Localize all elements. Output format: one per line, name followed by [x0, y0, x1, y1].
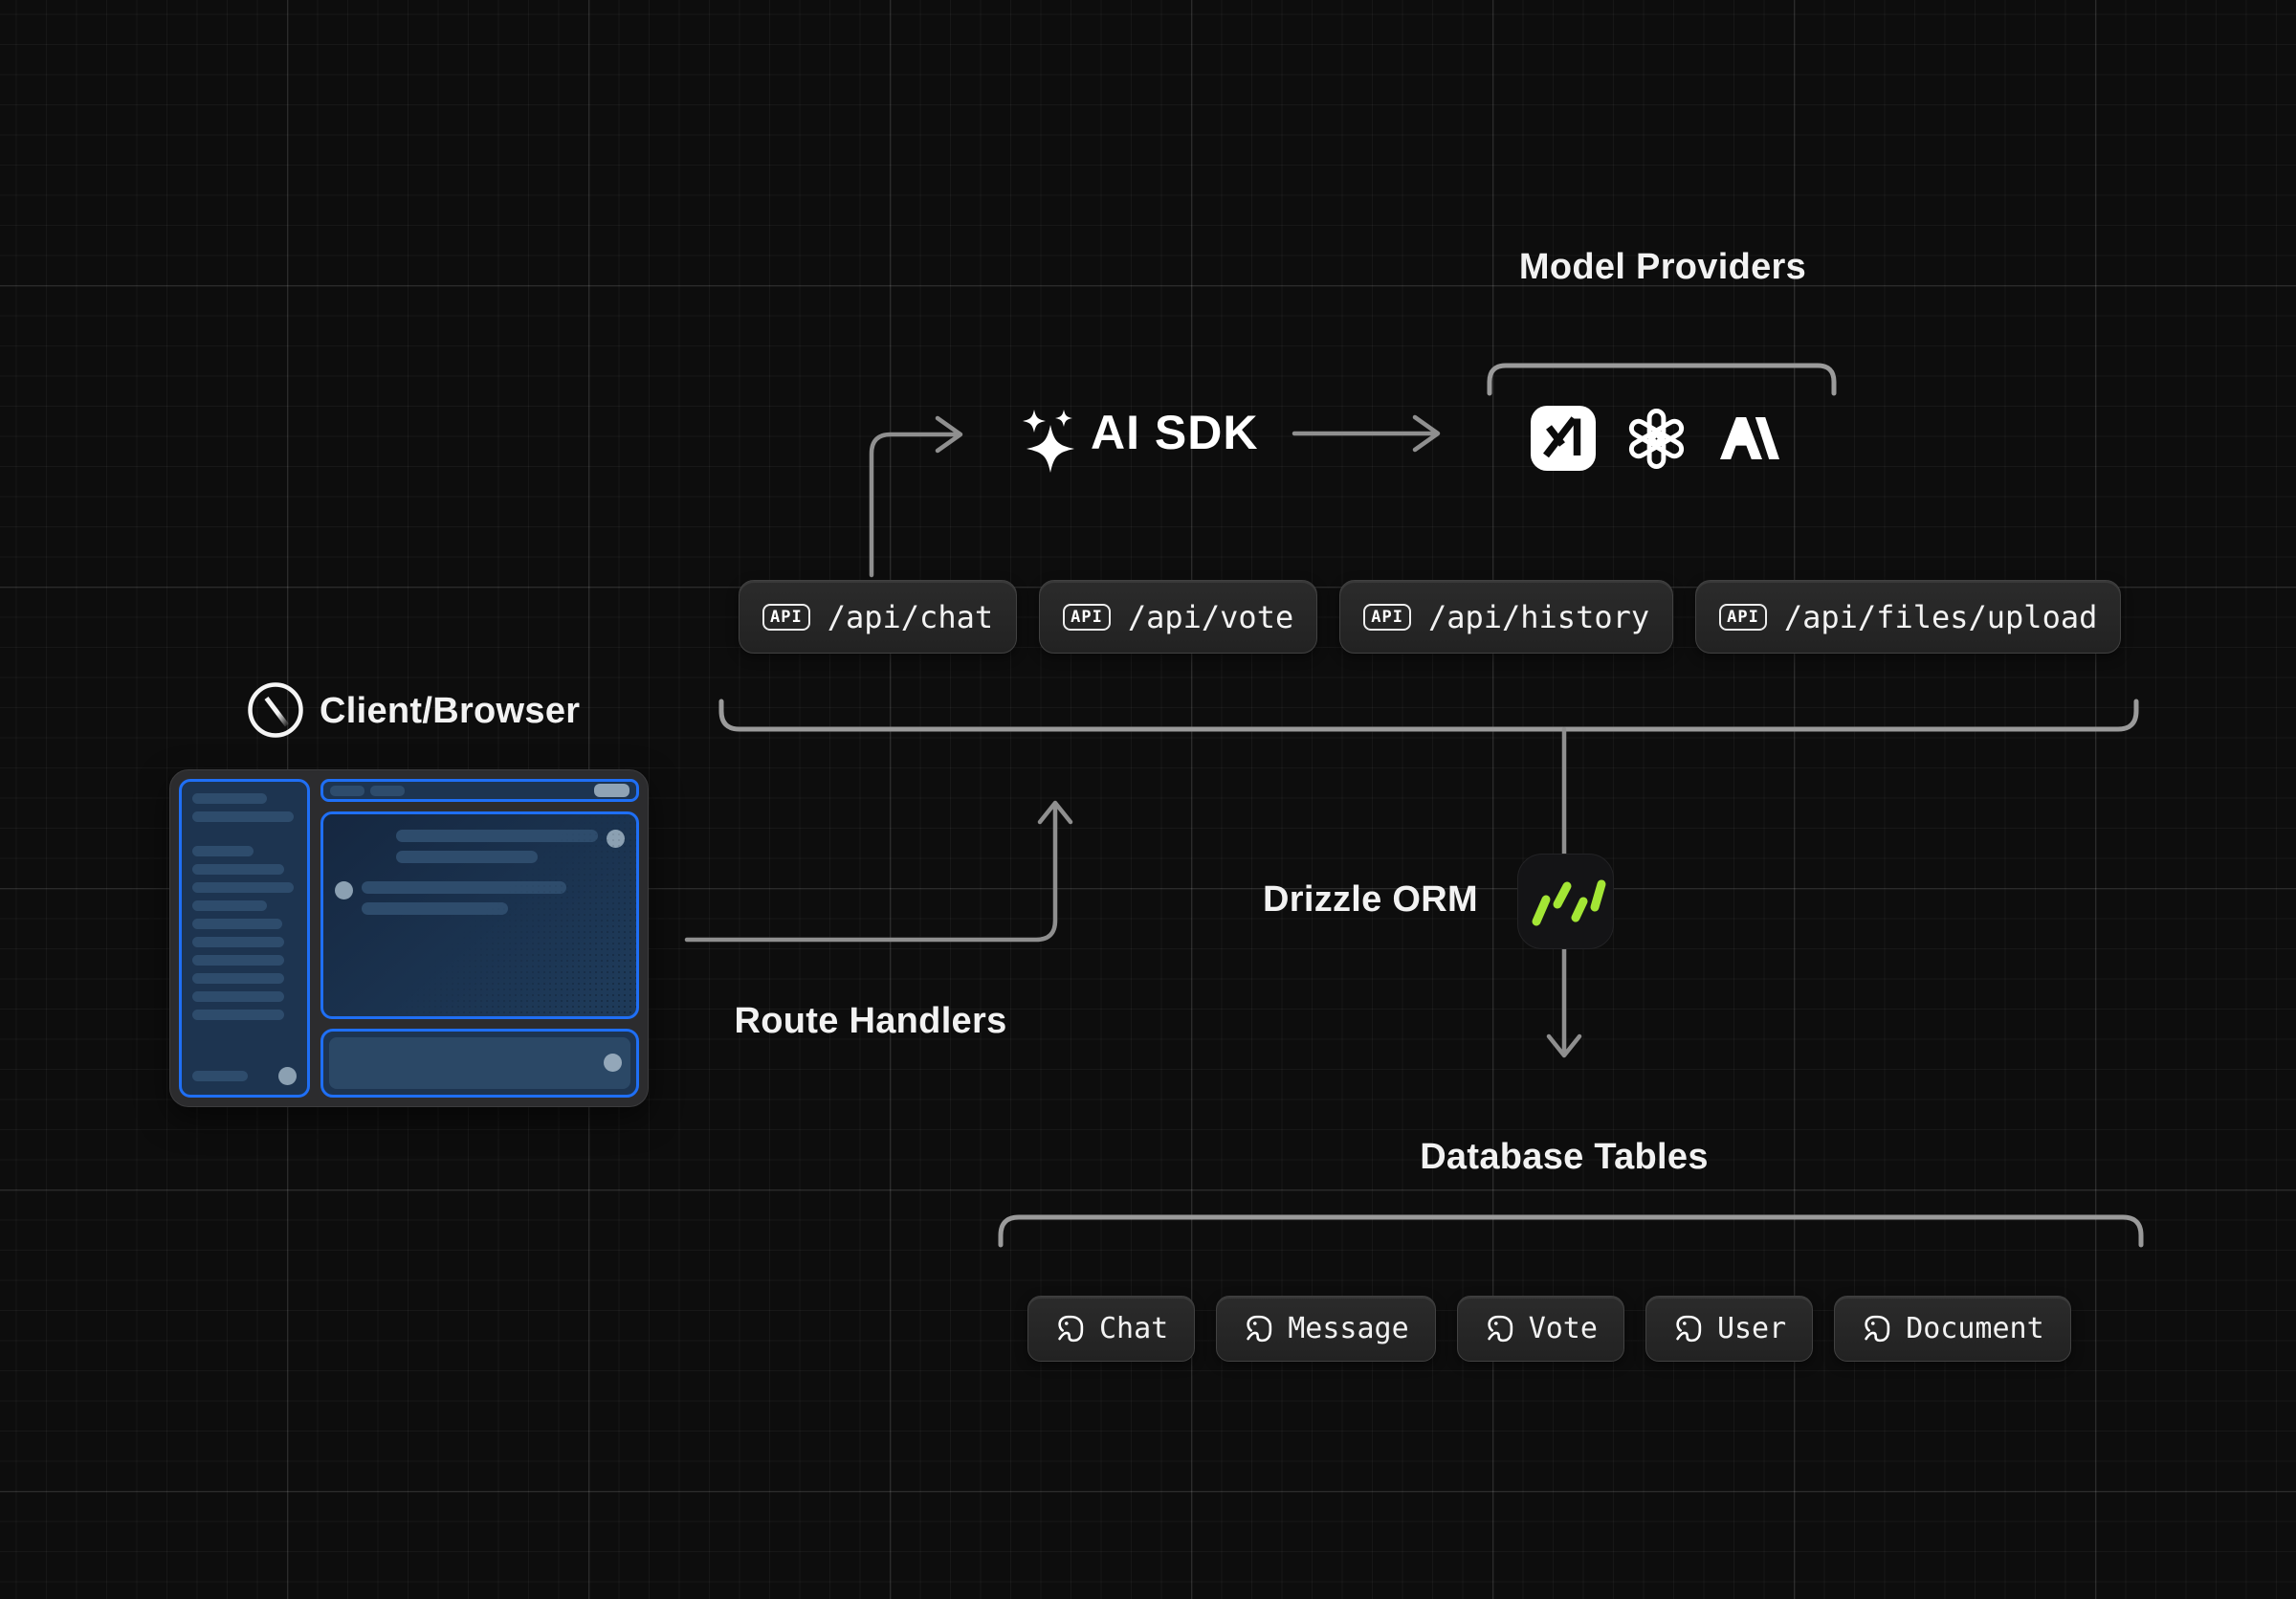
browser-mockup	[169, 769, 649, 1107]
chat-message-skeleton	[335, 881, 566, 915]
api-route-path: /api/history	[1428, 599, 1649, 635]
sidebar-skeleton-bar	[192, 937, 284, 947]
sidebar-skeleton-bar	[192, 846, 254, 856]
api-routes-row: API/api/chatAPI/api/voteAPI/api/historyA…	[739, 580, 2121, 654]
database-tables-row: Chat Message Vote User Document	[1027, 1296, 2071, 1362]
avatar	[335, 881, 353, 899]
api-route-path: /api/chat	[828, 599, 993, 635]
ai-sdk-label: AI SDK	[1091, 405, 1258, 460]
browser-input-skeleton	[320, 1029, 639, 1098]
api-badge-icon: API	[1719, 604, 1767, 631]
database-table-chip: Chat	[1027, 1296, 1195, 1362]
route-handlers-label: Route Handlers	[703, 1001, 1038, 1042]
postgres-table-icon	[1243, 1313, 1274, 1344]
sidebar-skeleton-bar	[192, 1010, 284, 1020]
postgres-table-icon	[1484, 1313, 1515, 1344]
postgres-table-icon	[1054, 1313, 1086, 1344]
sidebar-skeleton-bar	[192, 900, 267, 911]
browser-sidebar-skeleton	[179, 779, 310, 1098]
bracket-database-tables	[1001, 1217, 2141, 1245]
openai-logo-icon	[1626, 409, 1687, 474]
arrow-ai-sdk-to-providers	[1294, 417, 1438, 450]
topbar-pill	[370, 786, 405, 796]
table-name: Document	[1906, 1312, 2044, 1345]
api-route-chip: API/api/vote	[1039, 580, 1317, 654]
anthropic-logo-icon	[1720, 417, 1779, 464]
arrow-to-ai-sdk	[872, 418, 960, 575]
avatar	[278, 1067, 297, 1085]
api-route-chip: API/api/history	[1339, 580, 1673, 654]
sidebar-skeleton-bar	[192, 955, 284, 966]
sidebar-skeleton-bar	[192, 973, 284, 984]
postgres-table-icon	[1672, 1313, 1704, 1344]
diagram-canvas: Model Providers AI SDK API/api/chatAPI/a…	[0, 0, 2296, 1599]
sidebar-skeleton-bar	[192, 991, 284, 1002]
api-badge-icon: API	[1363, 604, 1411, 631]
database-tables-label: Database Tables	[1397, 1137, 1732, 1178]
database-table-chip: Vote	[1457, 1296, 1624, 1362]
table-name: Chat	[1099, 1312, 1168, 1345]
table-name: Message	[1288, 1312, 1408, 1345]
model-providers-label: Model Providers	[1471, 247, 1854, 288]
sidebar-user-row	[192, 1067, 297, 1085]
table-name: Vote	[1529, 1312, 1598, 1345]
api-route-chip: API/api/chat	[739, 580, 1017, 654]
nextjs-logo-icon	[247, 681, 304, 744]
bracket-model-providers	[1490, 366, 1834, 393]
sidebar-skeleton-bar	[192, 811, 294, 822]
table-name: User	[1717, 1312, 1786, 1345]
browser-chat-skeleton	[320, 811, 639, 1019]
drizzle-logo-icon	[1517, 854, 1614, 949]
api-route-path: /api/files/upload	[1784, 599, 2098, 635]
bracket-api-routes	[721, 701, 2136, 729]
arrow-route-handlers	[687, 803, 1071, 940]
topbar-action-pill	[594, 784, 629, 797]
send-button-skeleton	[604, 1054, 622, 1072]
sidebar-skeleton-bar	[192, 919, 282, 929]
chat-message-skeleton	[396, 830, 625, 863]
avatar	[607, 830, 625, 848]
browser-topbar-skeleton	[320, 779, 639, 802]
sidebar-gap	[192, 830, 297, 846]
sidebar-skeleton-bar	[192, 1071, 248, 1081]
drizzle-orm-label: Drizzle ORM	[1191, 879, 1478, 921]
postgres-table-icon	[1861, 1313, 1892, 1344]
api-route-chip: API/api/files/upload	[1695, 580, 2121, 654]
api-route-path: /api/vote	[1128, 599, 1293, 635]
client-browser-label: Client/Browser	[320, 691, 580, 732]
api-badge-icon: API	[762, 604, 810, 631]
sidebar-skeleton-bar	[192, 882, 294, 893]
sidebar-skeleton-bar	[192, 793, 267, 804]
database-table-chip: Message	[1216, 1296, 1435, 1362]
api-badge-icon: API	[1063, 604, 1111, 631]
sparkles-icon	[1012, 403, 1085, 478]
topbar-pill	[330, 786, 364, 796]
sidebar-skeleton-bar	[192, 864, 284, 875]
database-table-chip: Document	[1834, 1296, 2071, 1362]
database-table-chip: User	[1645, 1296, 1813, 1362]
xai-logo-icon	[1531, 406, 1596, 471]
